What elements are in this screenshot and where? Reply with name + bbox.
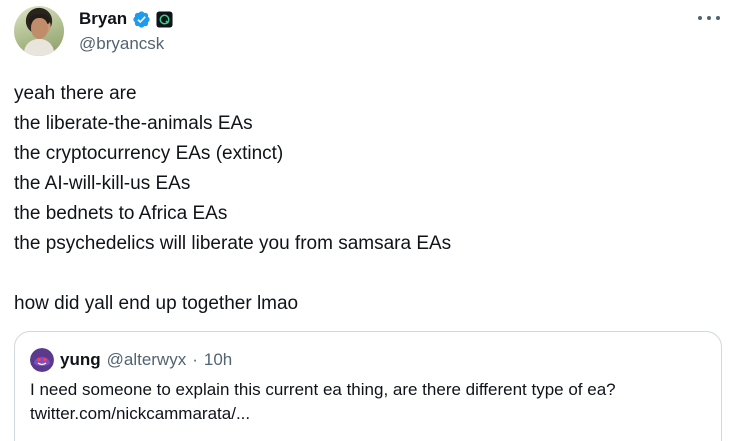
tweet-text-line: the bednets to Africa EAs [14, 203, 228, 224]
quoted-avatar[interactable] [30, 348, 54, 372]
author-name-row: Bryan [79, 8, 173, 30]
author-display-name[interactable]: Bryan [79, 9, 127, 29]
quoted-tweet-header: yung @alterwyx · 10h [30, 347, 232, 373]
quoted-link[interactable]: twitter.com/nickcammarata/... [30, 402, 710, 426]
tweet-text-line: the liberate-the-animals EAs [14, 113, 253, 134]
tweet-text-line: the AI-will-kill-us EAs [14, 173, 191, 194]
quoted-separator: · [192, 350, 198, 369]
verified-badge-icon[interactable] [132, 10, 151, 29]
tweet-text-line: the cryptocurrency EAs (extinct) [14, 143, 284, 164]
author-handle[interactable]: @bryancsk [79, 34, 164, 54]
tweet-text-line: yeah there are [14, 83, 137, 104]
avatar[interactable] [14, 6, 64, 56]
tweet-text: yeah there are the liberate-the-animals … [14, 79, 714, 319]
quoted-tweet[interactable]: yung @alterwyx · 10h I need someone to e… [14, 331, 722, 441]
more-options-icon[interactable] [698, 10, 720, 26]
tweet: Bryan @bryancsk yeah there are the liber… [0, 0, 740, 441]
quoted-handle[interactable]: @alterwyx [107, 350, 187, 370]
quoted-text-line: I need someone to explain this current e… [30, 380, 616, 399]
quoted-timestamp[interactable]: 10h [204, 350, 232, 370]
tweet-text-line: how did yall end up together lmao [14, 293, 299, 314]
affiliate-logo-icon[interactable] [156, 10, 173, 28]
quoted-display-name[interactable]: yung [60, 350, 101, 370]
quoted-tweet-text: I need someone to explain this current e… [30, 378, 710, 426]
tweet-text-line: the psychedelics will liberate you from … [14, 233, 452, 254]
